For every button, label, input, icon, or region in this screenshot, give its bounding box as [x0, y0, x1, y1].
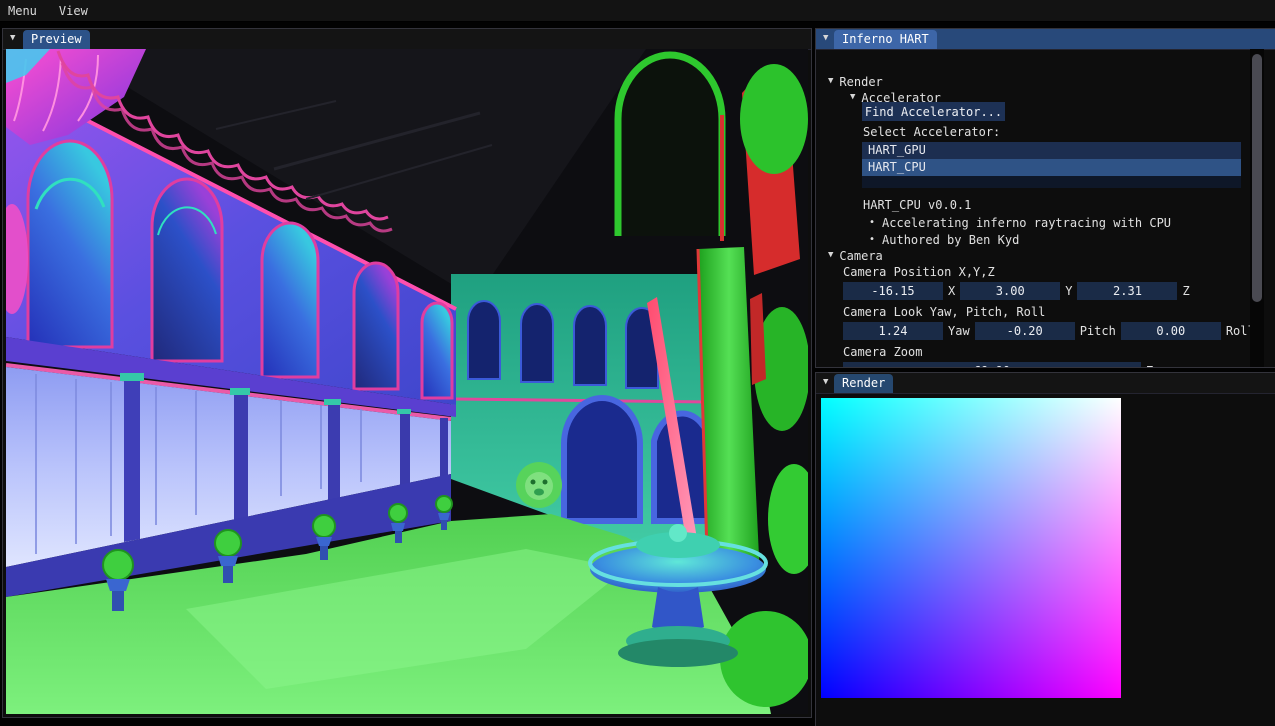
camera-pos-y-field[interactable]: 3.00: [960, 282, 1060, 300]
camera-zoom-field-label: Zoom: [1146, 364, 1175, 367]
tree-node-render-label: Render: [839, 75, 882, 89]
menu-bar: Menu View: [0, 0, 1275, 22]
tree-node-render[interactable]: ▼ Render: [828, 73, 883, 90]
camera-zoom-label: Camera Zoom: [843, 344, 922, 361]
collapse-arrow-icon[interactable]: ▼: [10, 34, 15, 43]
tree-node-camera-label: Camera: [839, 249, 882, 263]
camera-zoom-field[interactable]: 69.90: [843, 362, 1141, 367]
scrollbar[interactable]: [1250, 49, 1264, 367]
camera-zoom-row: 69.90 Zoom: [843, 362, 1175, 367]
camera-pos-x-field[interactable]: -16.15: [843, 282, 943, 300]
bullet-icon: •: [869, 234, 875, 245]
bullet-text: Authored by Ben Kyd: [882, 233, 1019, 247]
camera-pos-y-label: Y: [1065, 284, 1072, 298]
menu-item-menu[interactable]: Menu: [8, 4, 37, 18]
camera-pos-z-label: Z: [1182, 284, 1189, 298]
tree-node-camera[interactable]: ▼ Camera: [828, 247, 883, 264]
camera-pitch-field[interactable]: -0.20: [975, 322, 1075, 340]
camera-position-row: -16.15 X 3.00 Y 2.31 Z: [843, 282, 1190, 300]
bullet-item: • Accelerating inferno raytracing with C…: [869, 214, 1171, 231]
camera-yaw-field[interactable]: 1.24: [843, 322, 943, 340]
preview-window: ▼ Preview: [2, 28, 812, 718]
tree-arrow-icon[interactable]: ▼: [828, 77, 833, 86]
tab-preview[interactable]: Preview: [23, 30, 90, 49]
camera-position-label: Camera Position X,Y,Z: [843, 264, 995, 281]
tree-arrow-icon[interactable]: ▼: [850, 93, 855, 102]
bullet-item: • Authored by Ben Kyd: [869, 231, 1019, 248]
camera-roll-label: Roll: [1226, 324, 1250, 338]
camera-look-row: 1.24 Yaw -0.20 Pitch 0.00 Roll: [843, 322, 1250, 340]
menu-item-view[interactable]: View: [59, 4, 88, 18]
select-accelerator-label: Select Accelerator:: [863, 124, 1000, 141]
accelerator-version-label: HART_CPU v0.0.1: [863, 197, 971, 214]
bullet-text: Accelerating inferno raytracing with CPU: [882, 216, 1171, 230]
accelerator-listbox: HART_GPU HART_CPU: [862, 142, 1241, 188]
tab-inferno-hart[interactable]: Inferno HART: [834, 30, 937, 49]
render-viewport[interactable]: [6, 49, 808, 714]
inspector-window: ▼ Inferno HART ▼ Render ▼ Accelerator Fi…: [815, 28, 1275, 368]
render-output-window: ▼ Render: [815, 372, 1275, 726]
render-output-gradient[interactable]: [821, 398, 1121, 698]
gradient-green-layer: [821, 398, 1121, 698]
list-item-hart-cpu[interactable]: HART_CPU: [862, 159, 1241, 176]
preview-tabbar: ▼ Preview: [3, 29, 811, 50]
inspector-content: ▼ Render ▼ Accelerator Find Accelerator.…: [816, 49, 1250, 367]
camera-pos-x-label: X: [948, 284, 955, 298]
camera-look-label: Camera Look Yaw, Pitch, Roll: [843, 304, 1045, 321]
camera-yaw-label: Yaw: [948, 324, 970, 338]
list-item-hart-gpu[interactable]: HART_GPU: [862, 142, 1241, 159]
find-accelerator-button[interactable]: Find Accelerator...: [862, 102, 1005, 121]
camera-pos-z-field[interactable]: 2.31: [1077, 282, 1177, 300]
camera-pitch-label: Pitch: [1080, 324, 1116, 338]
collapse-arrow-icon[interactable]: ▼: [823, 34, 828, 43]
tree-arrow-icon[interactable]: ▼: [828, 251, 833, 260]
camera-roll-field[interactable]: 0.00: [1121, 322, 1221, 340]
render-tabbar: ▼ Render: [816, 373, 1275, 394]
bullet-icon: •: [869, 217, 875, 228]
viewport-scene-svg: [6, 49, 808, 714]
scrollbar-thumb[interactable]: [1252, 54, 1262, 302]
tab-render[interactable]: Render: [834, 374, 893, 393]
collapse-arrow-icon[interactable]: ▼: [823, 378, 828, 387]
inspector-tabbar: ▼ Inferno HART: [816, 29, 1275, 50]
